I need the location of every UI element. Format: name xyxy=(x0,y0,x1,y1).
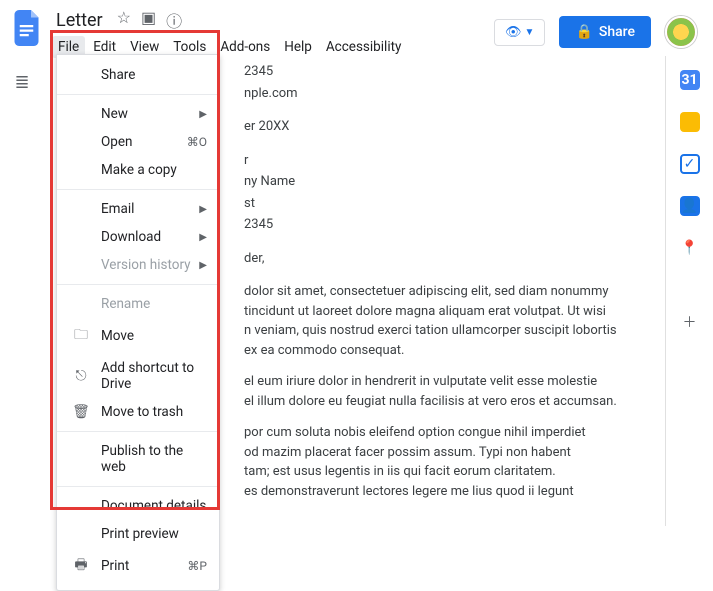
tasks-icon[interactable]: ✓ xyxy=(680,154,700,174)
add-on-plus-icon[interactable]: ＋ xyxy=(680,312,700,332)
submenu-arrow-icon: ▶ xyxy=(199,204,207,215)
submenu-arrow-icon: ▶ xyxy=(199,109,207,120)
text-line: 2345 xyxy=(244,215,624,235)
document-title[interactable]: Letter xyxy=(52,9,107,32)
star-icon[interactable]: ☆ xyxy=(117,8,131,32)
file-menu-print[interactable]: 🖶 Print ⌘P xyxy=(57,548,219,584)
text-paragraph: dolor sit amet, consectetuer adipiscing … xyxy=(244,282,624,302)
maps-icon[interactable]: 📍 xyxy=(680,238,700,258)
text-line: ny Name xyxy=(244,172,624,192)
file-menu-make-copy[interactable]: • Make a copy xyxy=(57,156,219,184)
text-paragraph: el illum dolore eu feugiat nulla facilis… xyxy=(244,392,624,412)
file-menu-publish[interactable]: • Publish to the web xyxy=(57,437,219,481)
file-menu-share[interactable]: • Share xyxy=(57,61,219,89)
submenu-arrow-icon: ▶ xyxy=(199,260,207,271)
file-menu-dropdown: • Share • New ▶ • Open ⌘O • Make a copy … xyxy=(56,54,220,591)
file-menu-print-preview[interactable]: • Print preview xyxy=(57,520,219,548)
share-button-label: Share xyxy=(599,24,635,40)
visibility-dropdown[interactable]: 👁 ▼ xyxy=(494,19,545,46)
folder-move-icon: 🗀 xyxy=(71,324,91,348)
file-menu-download[interactable]: • Download ▶ xyxy=(57,223,219,251)
file-menu-move[interactable]: 🗀 Move xyxy=(57,318,219,354)
lock-icon: 🔒 xyxy=(575,24,592,40)
keep-icon[interactable] xyxy=(680,112,700,132)
calendar-icon[interactable]: 31 xyxy=(680,70,700,90)
file-menu-add-shortcut[interactable]: ⎋ Add shortcut to Drive xyxy=(57,354,219,398)
contacts-icon[interactable]: 👤 xyxy=(680,196,700,216)
file-menu-rename: • Rename xyxy=(57,290,219,318)
right-side-panel: 31 ✓ 👤 📍 ＋ xyxy=(665,56,713,526)
move-folder-icon[interactable]: ▣ xyxy=(141,8,156,32)
text-paragraph: n veniam, quis nostrud exerci tation ull… xyxy=(244,321,624,341)
text-paragraph: es demonstraverunt lectores legere me li… xyxy=(244,482,624,502)
text-paragraph: el eum iriure dolor in hendrerit in vulp… xyxy=(244,372,624,392)
menu-accessibility[interactable]: Accessibility xyxy=(320,36,408,58)
print-icon: 🖶 xyxy=(71,554,91,578)
text-line: nple.com xyxy=(244,84,624,104)
file-menu-document-details[interactable]: • Document details xyxy=(57,492,219,520)
docs-logo[interactable] xyxy=(10,10,46,46)
trash-icon: 🗑 xyxy=(71,404,91,420)
eye-icon: 👁 xyxy=(505,25,522,40)
text-line: 2345 xyxy=(244,62,624,82)
file-menu-open[interactable]: • Open ⌘O xyxy=(57,128,219,156)
title-area: Letter ☆ ▣ ⓘ File Edit View Tools Add-on… xyxy=(52,6,407,58)
right-controls: 👁 ▼ 🔒 Share xyxy=(494,6,703,48)
text-line: er 20XX xyxy=(244,117,624,137)
file-menu-version-history[interactable]: • Version history ▶ xyxy=(57,251,219,279)
file-menu-move-to-trash[interactable]: 🗑 Move to trash xyxy=(57,398,219,426)
text-paragraph: tam; est usus legentis in iis qui facit … xyxy=(244,462,624,482)
text-line: r xyxy=(244,151,624,171)
text-paragraph: ex ea commodo consequat. xyxy=(244,341,624,361)
file-menu-new[interactable]: • New ▶ xyxy=(57,100,219,128)
drive-shortcut-icon: ⎋ xyxy=(71,368,91,384)
text-line: der, xyxy=(244,249,624,269)
left-rail: ≣ xyxy=(0,56,44,526)
account-avatar[interactable] xyxy=(665,16,697,48)
menu-help[interactable]: Help xyxy=(278,36,318,58)
menu-addons[interactable]: Add-ons xyxy=(214,36,276,58)
text-paragraph: od mazim placerat facer possim assum. Ty… xyxy=(244,443,624,463)
text-paragraph: tincidunt ut laoreet dolore magna aliqua… xyxy=(244,302,624,322)
titlebar: Letter ☆ ▣ ⓘ File Edit View Tools Add-on… xyxy=(0,0,713,56)
chevron-down-icon: ▼ xyxy=(525,27,535,38)
text-paragraph: por cum soluta nobis eleifend option con… xyxy=(244,423,624,443)
file-menu-email[interactable]: • Email ▶ xyxy=(57,195,219,223)
text-line: st xyxy=(244,194,624,214)
share-button[interactable]: 🔒 Share xyxy=(559,16,651,48)
outline-icon[interactable]: ≣ xyxy=(10,70,34,94)
cloud-status-icon[interactable]: ⓘ xyxy=(166,8,182,32)
submenu-arrow-icon: ▶ xyxy=(199,232,207,243)
